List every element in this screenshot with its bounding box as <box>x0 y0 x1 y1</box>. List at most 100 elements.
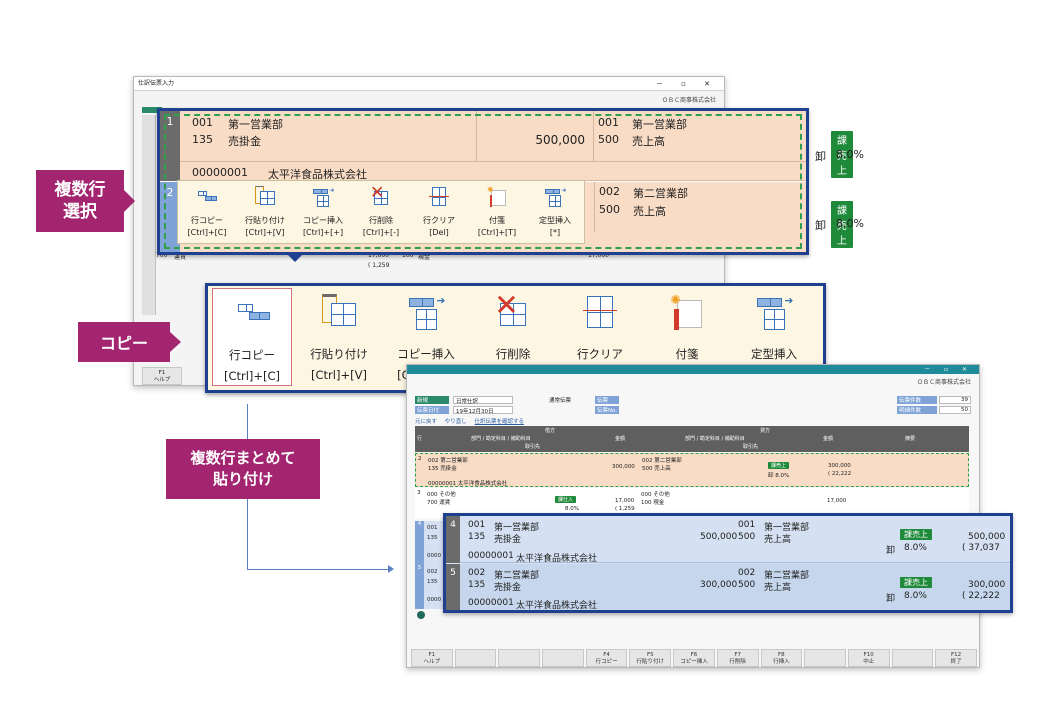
date-input[interactable]: 19年12月30日 <box>453 406 513 415</box>
table-header: 行 借方 部門 / 勘定科目 / 補助科目 金額 取引先 貸方 部門 / 勘定科… <box>415 426 969 452</box>
menu-item-5[interactable]: ✺ 付箋 [Ctrl]+[T] <box>470 183 524 241</box>
menu-item-shortcut: [Ctrl]+[V] <box>311 368 367 382</box>
company-name: ＯＢＣ商事株式会社 <box>916 379 971 386</box>
menu-item-0[interactable]: 行コピー [Ctrl]+[C] <box>180 183 234 241</box>
window-controls[interactable]: － ▫ ✕ <box>656 77 718 91</box>
menu-item-label: コピー挿入 <box>303 216 343 225</box>
menu-item-1[interactable]: 行貼り付け [Ctrl]+[V] <box>299 288 379 386</box>
menu-item-3[interactable]: ✕ 行削除 [Ctrl]+[-] <box>354 183 408 241</box>
copy-insert-icon: ➔ <box>311 185 336 210</box>
pasted-rows-panel: 4 001 第一営業部 135 売掛金 500,000 00000001 太平洋… <box>443 513 1013 613</box>
callout-pointer <box>124 190 135 212</box>
row-gutter <box>142 115 156 315</box>
function-key-f6[interactable]: F6 コピー挿入 <box>673 649 715 667</box>
callout-paste: 複数行まとめて 貼り付け <box>166 439 320 499</box>
table-row[interactable]: 4 001 第一営業部 135 売掛金 500,000 00000001 太平洋… <box>446 516 1010 564</box>
callout-pointer <box>170 332 181 352</box>
menu-item-label: 定型挿入 <box>539 216 571 225</box>
menu-item-4[interactable]: 行クリア [Del] <box>412 183 466 241</box>
function-key-f10[interactable]: F10 中止 <box>847 649 890 667</box>
menu-item-shortcut: [Ctrl]+[T] <box>477 228 517 237</box>
menu-item-2[interactable]: ➔ コピー挿入 [Ctrl]+[+] <box>296 183 350 241</box>
menu-item-shortcut: [Ctrl]+[C] <box>187 228 227 237</box>
copy-insert-icon: ➔ <box>405 292 447 334</box>
function-key-blank-2[interactable] <box>498 649 541 667</box>
menu-item-label: 行コピー <box>191 216 223 225</box>
tax-badge: 課売上 <box>831 201 853 248</box>
function-key-blank-1[interactable] <box>454 649 497 667</box>
menu-item-label: 行削除 <box>369 216 393 225</box>
menu-item-label: 行クリア <box>423 216 455 225</box>
title-bar: － ▫ ✕ <box>407 365 979 374</box>
check-slip-link[interactable]: 仕訳伝票を確認する <box>475 419 525 425</box>
lines-value: 50 <box>939 406 971 414</box>
menu-item-label: 行貼り付け <box>245 216 285 225</box>
tax-badge: 課売上 <box>831 131 853 178</box>
clear-row-icon <box>579 292 621 334</box>
date-label: 伝票日付 <box>415 406 449 414</box>
menu-item-label: 行削除 <box>495 347 531 361</box>
menu-item-label: コピー挿入 <box>397 347 455 361</box>
function-key-blank-9[interactable] <box>804 649 846 667</box>
copy-row-icon <box>232 293 274 335</box>
count-value: 39 <box>939 396 971 404</box>
window-title: 仕訳伝票入力 <box>138 80 175 87</box>
menu-item-1[interactable]: 行貼り付け [Ctrl]+[V] <box>238 183 292 241</box>
new-label: 新規 <box>415 396 449 404</box>
sticky-note-icon: ✺ <box>485 185 510 210</box>
paste-row-icon <box>318 292 360 334</box>
function-key-f7[interactable]: F7 行削除 <box>716 649 759 667</box>
kind-select[interactable]: 日常仕訳 <box>453 396 513 405</box>
row1-tax-area <box>680 111 806 181</box>
function-key-f12[interactable]: F12 終了 <box>935 649 977 667</box>
menu-item-6[interactable]: ➔ 定型挿入 [*] <box>528 183 582 241</box>
arrow-icon <box>388 565 394 573</box>
slip-label: 伝票 <box>595 396 619 404</box>
connector-line <box>247 569 389 570</box>
template-insert-icon: ➔ <box>753 292 795 334</box>
function-key-f5[interactable]: F5 行貼り付け <box>629 649 672 667</box>
table-row[interactable]: 2 002 第二営業部 135 売掛金 300,000 00000001 太平洋… <box>415 453 969 487</box>
delete-row-icon: ✕ <box>492 288 534 334</box>
menu-item-shortcut: [Ctrl]+[+] <box>302 228 344 237</box>
clear-row-icon <box>427 185 452 210</box>
sticky-note-icon: ✺ <box>666 292 708 334</box>
menu-item-shortcut: [Ctrl]+[C] <box>223 369 281 383</box>
company-name: ＯＢＣ商事株式会社 <box>661 97 716 104</box>
add-row-icon[interactable] <box>417 611 425 619</box>
function-key-blank-3[interactable] <box>542 649 584 667</box>
callout-multi-select: 複数行 選択 <box>36 170 124 232</box>
undo-link[interactable]: 元に戻す <box>415 419 437 425</box>
slipno-label: 伝票No. <box>595 406 619 414</box>
connector-line <box>247 499 248 569</box>
menu-item-shortcut: [Del] <box>429 228 449 237</box>
menu-item-label: 行コピー <box>229 348 275 362</box>
connector-line <box>247 404 248 439</box>
menu-item-label: 付箋 <box>675 347 699 361</box>
title-bar: 仕訳伝票入力 － ▫ ✕ <box>134 77 724 91</box>
menu-item-label: 定型挿入 <box>751 347 797 361</box>
function-key-f8[interactable]: F8 行挿入 <box>760 649 803 667</box>
menu-item-label: 付箋 <box>489 216 505 225</box>
copy-row-icon <box>195 185 220 210</box>
menu-item-shortcut: [Ctrl]+[-] <box>362 228 400 237</box>
paste-row-icon <box>253 185 278 210</box>
table-row[interactable]: 5 002 第二営業部 135 売掛金 300,000 00000001 太平洋… <box>446 564 1010 610</box>
delete-row-icon: ✕ <box>369 183 394 210</box>
function-key-f4[interactable]: F4 行コピー <box>585 649 628 667</box>
menu-item-shortcut: [*] <box>549 228 561 237</box>
menu-item-0[interactable]: 行コピー [Ctrl]+[C] <box>212 288 292 386</box>
window-controls[interactable]: － ▫ ✕ <box>924 365 973 373</box>
f1-help-key[interactable]: F1 ヘルプ <box>142 367 182 385</box>
small-context-menu: 行コピー [Ctrl]+[C] 行貼り付け [Ctrl]+[V] ➔ コピー挿入 [Ctrl… <box>177 180 585 244</box>
function-key-blank-11[interactable] <box>891 649 934 667</box>
menu-item-label: 行貼り付け <box>310 347 368 361</box>
count-label: 伝票件数 <box>897 396 937 404</box>
menu-pointer-icon <box>286 253 304 262</box>
menu-item-shortcut: [Ctrl]+[V] <box>245 228 285 237</box>
menu-item-label: 行クリア <box>577 347 623 361</box>
function-key-f1[interactable]: F1 ヘルプ <box>411 649 453 667</box>
function-key-bar: F1 ヘルプ F4 行コピー F5 行貼り付け F6 コピー挿入 F7 行削除 F8 行挿入 F10 中止… <box>411 649 977 667</box>
redo-link[interactable]: やり直し <box>445 419 467 425</box>
template-insert-icon: ➔ <box>543 185 568 210</box>
